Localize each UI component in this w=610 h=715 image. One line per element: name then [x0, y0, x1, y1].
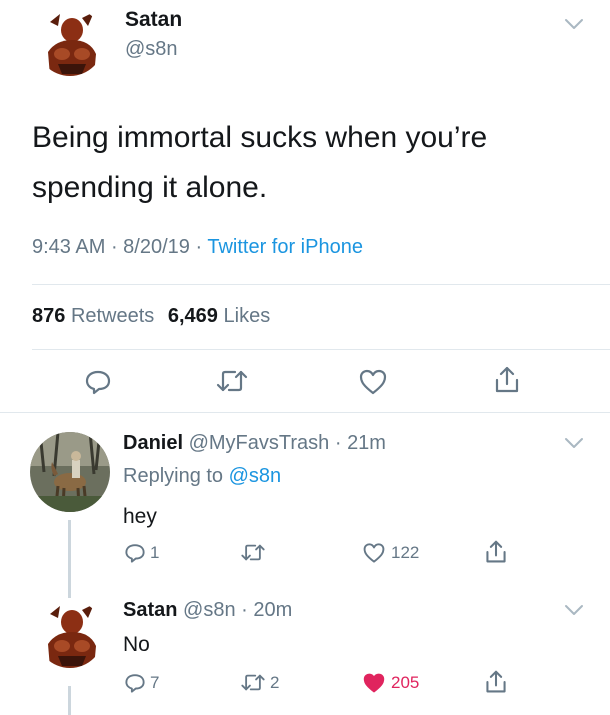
- share-button[interactable]: [484, 669, 508, 695]
- like-button[interactable]: 122: [362, 542, 419, 564]
- divider: [32, 349, 610, 350]
- author-name[interactable]: Daniel: [123, 432, 183, 454]
- retweets-count: 876: [32, 305, 66, 327]
- share-icon: [495, 366, 519, 393]
- tweet-text: Being immortal sucks when you’re spendin…: [32, 113, 487, 213]
- tweet-text-line: Being immortal sucks when you’re: [32, 121, 488, 154]
- heart-icon: [363, 543, 385, 563]
- author-handle[interactable]: @MyFavsTrash: [189, 432, 330, 454]
- reply-age: 21m: [347, 432, 386, 454]
- engagement-stats: 876 Retweets 6,469 Likes: [32, 305, 270, 328]
- share-icon: [486, 670, 506, 693]
- like-button[interactable]: [358, 368, 388, 396]
- author-name[interactable]: Satan: [123, 599, 177, 621]
- retweet-icon: [241, 544, 265, 561]
- share-button[interactable]: [484, 539, 508, 565]
- tweet-text-line: spending it alone.: [32, 171, 268, 204]
- retweet-button[interactable]: 2: [240, 671, 279, 694]
- reply-button[interactable]: 1: [124, 542, 159, 564]
- retweet-button[interactable]: [215, 366, 249, 396]
- reply-icon: [125, 544, 145, 563]
- thread-line: [68, 686, 71, 715]
- reply-button[interactable]: [84, 368, 112, 396]
- reply-count: 1: [150, 543, 160, 562]
- reply-icon: [85, 370, 111, 395]
- avatar-satan[interactable]: [36, 8, 104, 76]
- tweet-time: 9:43 AM: [32, 236, 106, 258]
- tweet-date: 8/20/19: [123, 236, 190, 258]
- share-icon: [486, 540, 506, 563]
- reply-age: 20m: [253, 599, 293, 621]
- heart-icon: [363, 673, 385, 693]
- reply-text: hey: [123, 505, 157, 528]
- like-count: 122: [391, 543, 420, 562]
- reply-count: 7: [150, 673, 160, 692]
- reply-header: Daniel @MyFavsTrash · 21m: [123, 432, 386, 454]
- heart-icon: [359, 369, 387, 395]
- retweet-icon: [216, 370, 248, 392]
- retweet-icon: [241, 674, 265, 691]
- retweets-stat[interactable]: 876 Retweets: [32, 305, 154, 327]
- replying-to-handle[interactable]: @s8n: [229, 465, 282, 487]
- replying-prefix: Replying to: [123, 465, 224, 487]
- avatar-daniel[interactable]: [30, 432, 110, 512]
- chevron-down-icon[interactable]: [564, 604, 584, 616]
- thread-line: [68, 520, 71, 598]
- share-button[interactable]: [493, 365, 521, 395]
- likes-stat[interactable]: 6,469 Likes: [168, 305, 270, 327]
- likes-count: 6,469: [167, 305, 218, 327]
- tweet-source[interactable]: Twitter for iPhone: [207, 236, 363, 258]
- divider: [32, 284, 610, 285]
- author-name[interactable]: Satan: [125, 8, 182, 32]
- chevron-down-icon[interactable]: [564, 18, 584, 30]
- chevron-down-icon[interactable]: [564, 437, 584, 449]
- like-button[interactable]: 205: [362, 672, 419, 694]
- retweet-button[interactable]: [240, 541, 270, 564]
- retweet-count: 2: [270, 672, 280, 692]
- reply-icon: [125, 674, 145, 693]
- tweet-meta: 9:43 AM · 8/20/19 · Twitter for iPhone: [32, 236, 363, 258]
- reply-text: No: [123, 633, 150, 656]
- reply-button[interactable]: 7: [124, 672, 159, 694]
- likes-label: Likes: [223, 305, 271, 327]
- like-count: 205: [391, 673, 420, 692]
- divider: [0, 412, 610, 413]
- avatar-satan[interactable]: [36, 600, 104, 668]
- replying-to: Replying to @s8n: [123, 465, 281, 488]
- author-handle[interactable]: @s8n: [125, 38, 178, 61]
- retweets-label: Retweets: [70, 305, 155, 327]
- author-handle[interactable]: @s8n: [183, 599, 236, 621]
- reply-header: Satan @s8n · 20m: [123, 599, 293, 621]
